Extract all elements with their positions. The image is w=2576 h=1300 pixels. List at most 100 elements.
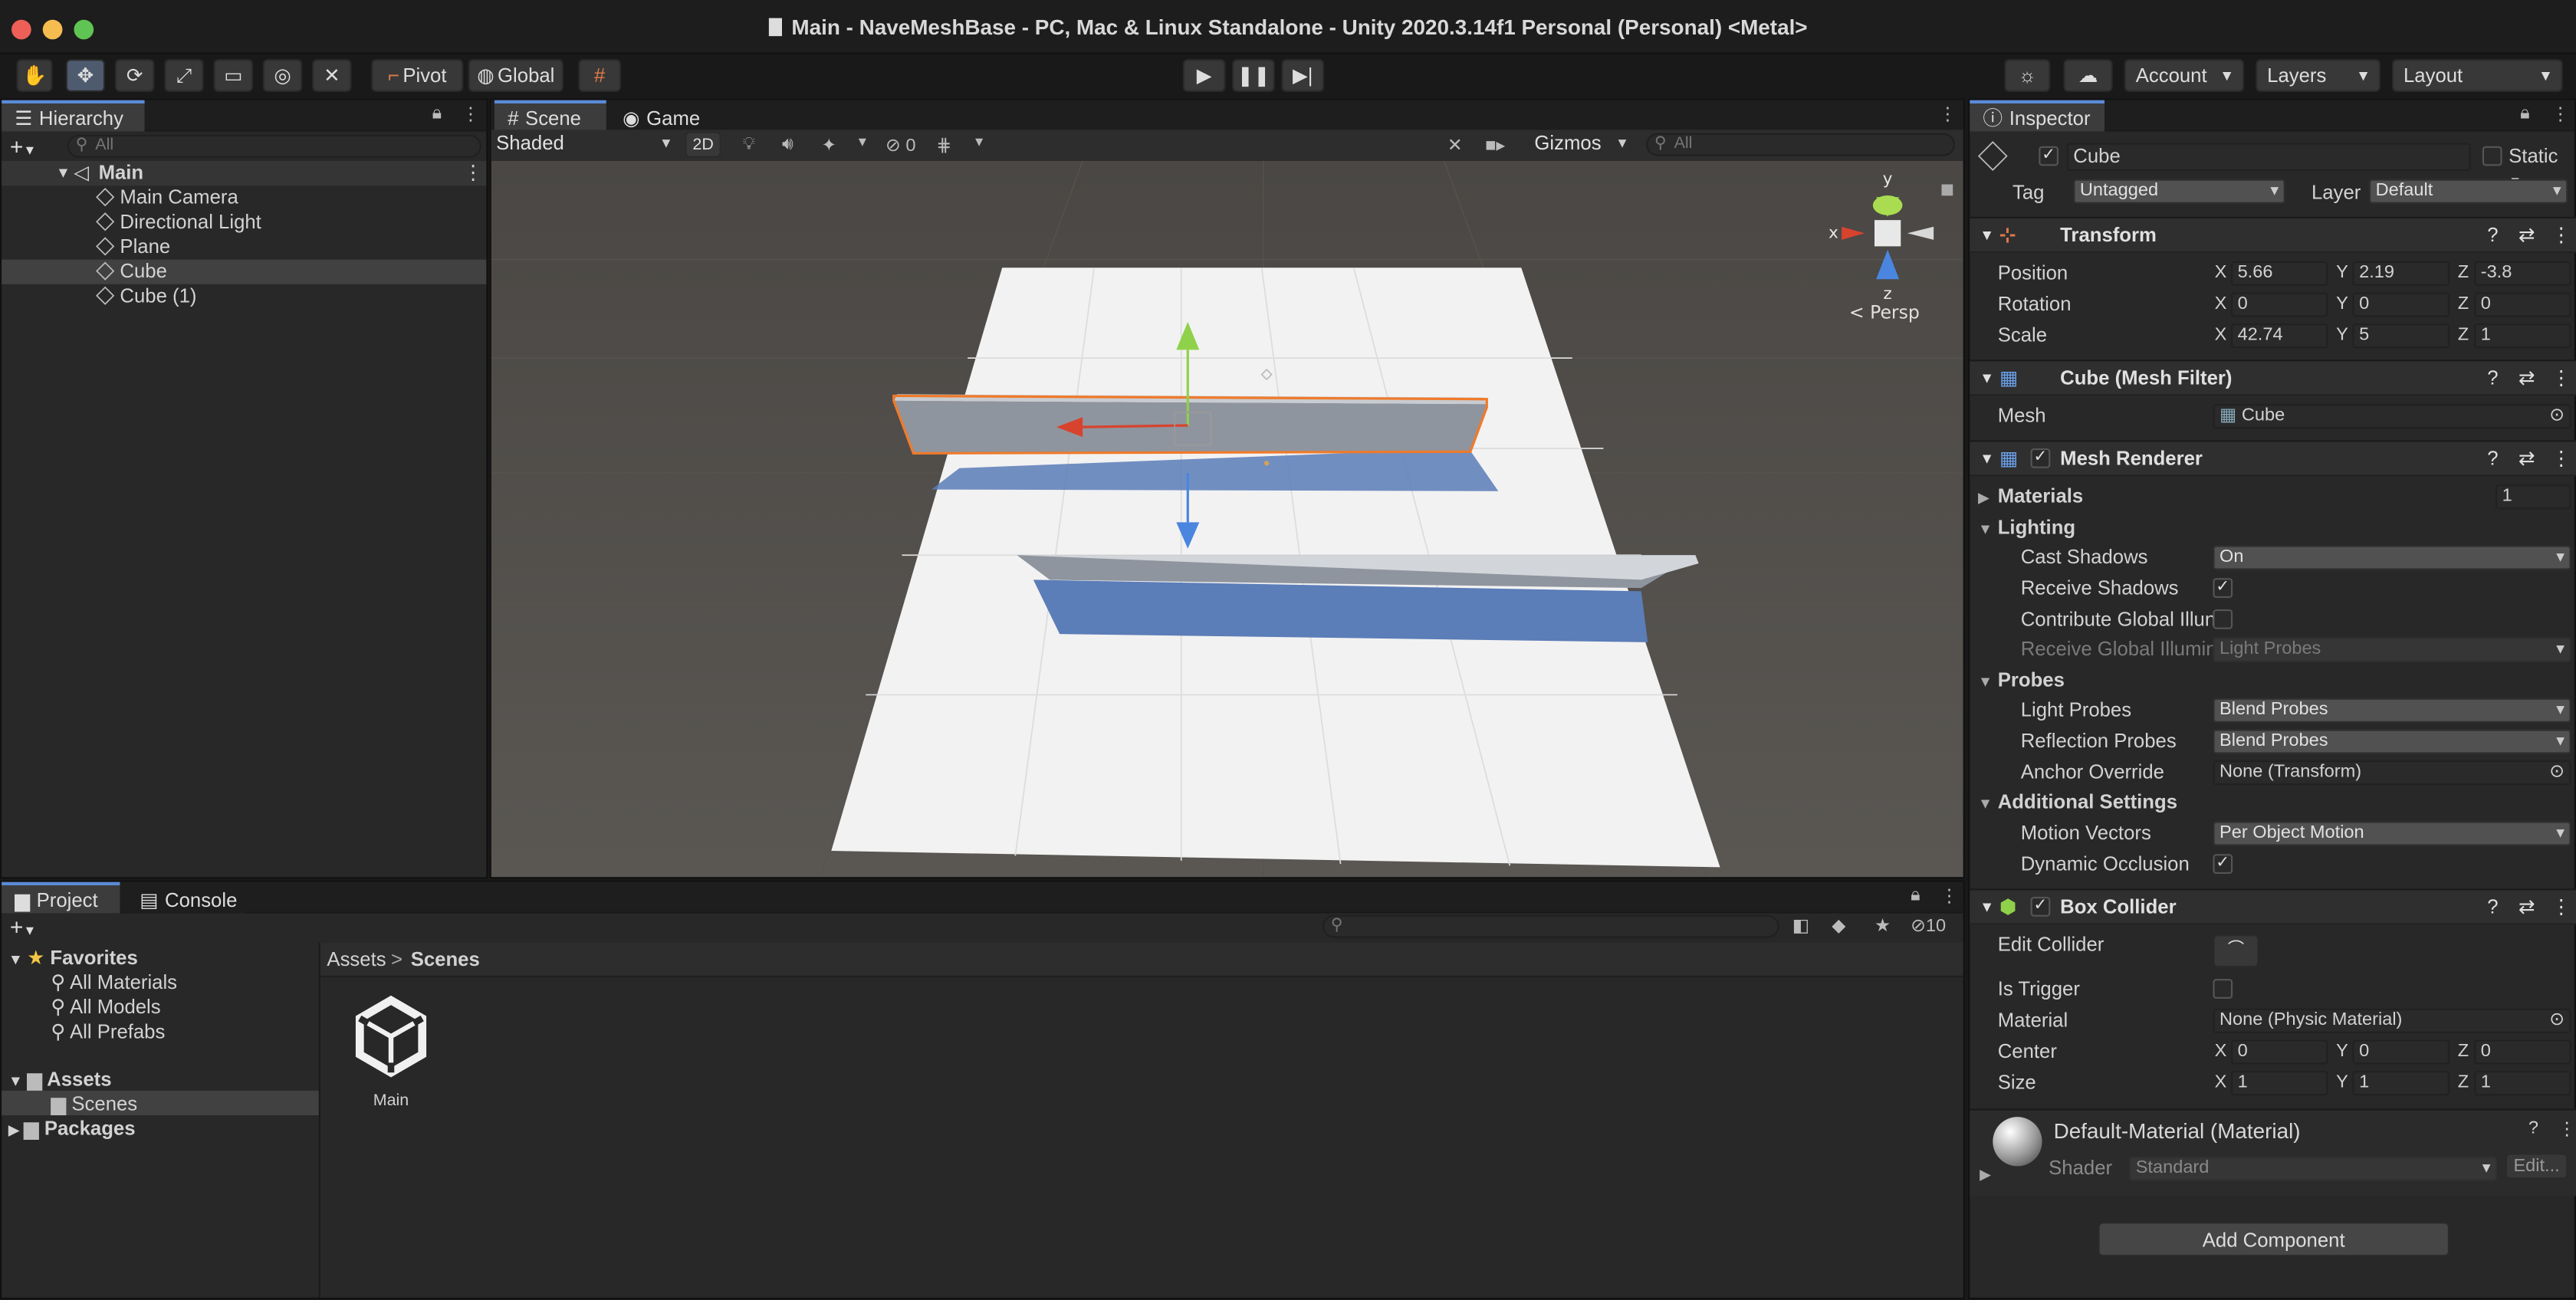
x-axis-handle[interactable] (1083, 424, 1188, 428)
cloud-button[interactable]: ☁ (2063, 59, 2113, 92)
mesh-renderer-enabled-checkbox[interactable]: ✓ (2030, 448, 2051, 468)
object-name-field[interactable]: Cube (2066, 143, 2471, 171)
scenes-folder-selected[interactable]: ▆ Scenes (2, 1090, 319, 1115)
lighting-section[interactable]: ▼ Lighting (1970, 513, 2576, 543)
light-probes-dropdown[interactable]: Blend Probes (2213, 698, 2571, 723)
reflection-probes-dropdown[interactable]: Blend Probes (2213, 729, 2571, 754)
scale-z-field[interactable]: 1 (2474, 323, 2571, 349)
position-z-field[interactable]: -3.8 (2474, 261, 2571, 286)
create-button[interactable]: +▼ (10, 133, 37, 159)
scale-tool-button[interactable]: ⤢ (164, 59, 204, 92)
hierarchy-item[interactable]: Plane (2, 235, 486, 259)
custom-tool-button[interactable]: ✕ (312, 59, 352, 92)
more-options-icon[interactable]: ⋮ (463, 161, 483, 185)
tools-icon[interactable]: ✕ (1447, 135, 1463, 156)
collider-material-field[interactable]: None (Physic Material) ⊙ (2213, 1008, 2571, 1033)
is-trigger-checkbox[interactable] (2213, 979, 2233, 999)
static-checkbox[interactable] (2482, 146, 2502, 166)
gizmos-dropdown[interactable]: Gizmos (1529, 132, 1631, 158)
breadcrumb-assets[interactable]: Assets (327, 947, 386, 970)
mesh-renderer-header[interactable]: ▼ ▦ ✓ Mesh Renderer ? ⇄ ⋮ (1970, 440, 2576, 477)
receive-shadows-checkbox[interactable]: ✓ (2213, 578, 2233, 598)
add-component-button[interactable]: Add Component (2098, 1222, 2450, 1257)
lighting-icon[interactable]: 💡︎ (743, 135, 756, 156)
scene-viewport[interactable]: y x z < Persp ■ (491, 161, 1963, 878)
mesh-filter-header[interactable]: ▼ ▦ Cube (Mesh Filter) ? ⇄ ⋮ (1970, 359, 2576, 396)
create-asset-button[interactable]: +▼ (10, 913, 37, 939)
hierarchy-search-input[interactable]: All ⚲ (67, 134, 481, 158)
object-picker-icon[interactable]: ⊙ (2549, 1010, 2564, 1032)
rect-tool-button[interactable]: ▭ (213, 59, 253, 92)
pivot-toggle[interactable]: ⌐ Pivot (371, 59, 464, 92)
more-options-icon[interactable]: ⋮ (1940, 885, 1959, 907)
scale-x-field[interactable]: 42.74 (2231, 323, 2328, 349)
packages-folder[interactable]: ▶ ▆ Packages (8, 1117, 136, 1140)
step-button[interactable]: ▶| (1281, 59, 1325, 92)
scene-search-input[interactable]: All ⚲ (1646, 133, 1955, 156)
additional-settings-section[interactable]: ▼ Additional Settings (1970, 786, 2576, 816)
mesh-field[interactable]: ▦ Cube ⊙ (2213, 404, 2571, 429)
project-search-input[interactable]: ⚲ (1322, 914, 1779, 938)
play-button[interactable]: ▶ (1182, 59, 1226, 92)
scale-y-field[interactable]: 5 (2352, 323, 2450, 349)
2d-toggle[interactable]: 2D (685, 131, 721, 158)
anchor-override-field[interactable]: None (Transform) ⊙ (2213, 760, 2571, 786)
hand-tool-button[interactable]: ✋ (16, 59, 53, 92)
rotate-tool-button[interactable]: ⟳ (115, 59, 155, 92)
scene-row[interactable]: ▼ ◁ Main ⋮ (2, 161, 487, 186)
hidden-packages-icon[interactable]: ⊘10 (1911, 915, 1946, 937)
camera-icon[interactable]: ■▸ (1485, 135, 1505, 156)
filter-by-label-icon[interactable]: ◆ (1832, 915, 1845, 937)
more-options-icon[interactable]: ⋮ (2558, 1118, 2576, 1140)
audio-icon[interactable]: 🔊︎ (782, 135, 794, 156)
tab-scene[interactable]: # Scene (495, 100, 606, 132)
active-checkbox[interactable]: ✓ (2039, 146, 2058, 166)
more-options-icon[interactable]: ⋮ (2551, 103, 2570, 125)
size-y-field[interactable]: 1 (2352, 1071, 2450, 1096)
effects-icon[interactable]: ✦ (821, 135, 836, 156)
size-z-field[interactable]: 1 (2474, 1071, 2571, 1096)
center-z-field[interactable]: 0 (2474, 1039, 2571, 1065)
shader-dropdown[interactable]: Standard (2129, 1156, 2498, 1181)
perspective-label[interactable]: < Persp (1849, 302, 1920, 323)
scene-asset[interactable]: Main (338, 990, 443, 1121)
assets-folder[interactable]: ▼ ▆ Assets (8, 1068, 112, 1091)
tab-game[interactable]: ◉ Game (610, 100, 711, 132)
more-options-icon[interactable]: ⋮ (462, 103, 480, 125)
more-options-icon[interactable]: ⋮ (2551, 361, 2571, 394)
rotation-x-field[interactable]: 0 (2231, 292, 2328, 317)
global-toggle[interactable]: ◍ Global (468, 59, 564, 92)
hierarchy-item[interactable]: Directional Light (2, 210, 486, 235)
breadcrumb-scenes[interactable]: Scenes (411, 947, 480, 970)
size-x-field[interactable]: 1 (2231, 1071, 2328, 1096)
favorite-item[interactable]: ⚲ All Models (51, 996, 160, 1019)
transform-tool-button[interactable]: ◎ (262, 59, 303, 92)
tab-project[interactable]: ▆ Project (2, 881, 120, 914)
more-options-icon[interactable]: ⋮ (1939, 103, 1957, 125)
tag-dropdown[interactable]: Untagged (2073, 179, 2285, 204)
rotation-z-field[interactable]: 0 (2474, 292, 2571, 317)
preset-icon[interactable]: ⇄ (2518, 218, 2535, 251)
preset-icon[interactable]: ⇄ (2518, 361, 2535, 394)
expand-arrow-icon[interactable]: ▶ (1980, 1166, 1991, 1184)
chevron-down-icon[interactable]: ▼ (856, 135, 869, 149)
draw-mode-dropdown[interactable]: Shaded (491, 132, 675, 158)
edit-collider-button[interactable]: ⌒ (2213, 934, 2259, 968)
help-icon[interactable]: ? (2487, 218, 2498, 251)
preset-icon[interactable]: ⇄ (2518, 442, 2535, 474)
grid-snap-button[interactable]: # (578, 59, 621, 92)
tab-inspector[interactable]: ⓘ Inspector (1970, 100, 2104, 132)
grid-toggle-icon[interactable]: ⋕ (936, 135, 951, 156)
pause-button[interactable]: ❚❚ (1232, 59, 1275, 92)
help-icon[interactable]: ? (2487, 442, 2498, 474)
materials-count-field[interactable]: 1 (2496, 484, 2571, 510)
lock-icon[interactable]: ■ (1940, 180, 1954, 198)
hierarchy-item-selected[interactable]: Cube (2, 259, 487, 284)
account-dropdown[interactable]: Account ▼ (2124, 59, 2245, 92)
dynamic-occlusion-checkbox[interactable]: ✓ (2213, 854, 2233, 874)
layers-dropdown[interactable]: Layers ▼ (2256, 59, 2380, 92)
layout-dropdown[interactable]: Layout ▼ (2392, 59, 2563, 92)
box-collider-enabled-checkbox[interactable]: ✓ (2030, 897, 2051, 917)
lock-icon[interactable]: 🔒︎ (2520, 103, 2530, 125)
lock-icon[interactable]: 🔒︎ (432, 103, 442, 125)
